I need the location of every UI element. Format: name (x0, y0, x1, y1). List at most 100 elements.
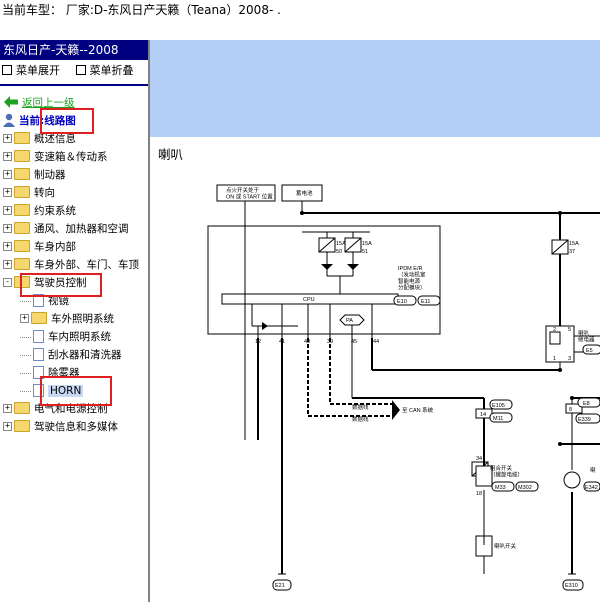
document-icon (33, 347, 44, 361)
tree-item-label: 概述信息 (34, 133, 76, 145)
content-pane: 喇叭 点火开关处于 ON 或 START 位置 蓄电池 15A 50 15A 5… (150, 40, 600, 602)
svg-text:18: 18 (476, 491, 482, 497)
tree-item-label: 刮水器和清洗器 (48, 349, 122, 361)
tree-connector (20, 336, 31, 338)
svg-text:50: 50 (336, 249, 342, 255)
horn-label: 喇 (590, 466, 596, 474)
tree-item[interactable]: + 通风、加热器和空调 (0, 220, 148, 238)
folder-icon (14, 420, 30, 432)
svg-text:45: 45 (351, 339, 357, 345)
svg-text:8: 8 (569, 407, 572, 413)
svg-text:15A: 15A (336, 241, 346, 247)
highlight-current (40, 108, 94, 134)
tree-item[interactable]: + 驾驶信息和多媒体 (0, 418, 148, 436)
folder-icon (14, 150, 30, 162)
tree-item-label: 车内照明系统 (48, 331, 111, 343)
folder-icon (14, 132, 30, 144)
svg-text:CPU: CPU (303, 297, 315, 303)
tree-item[interactable]: + 车外照明系统 (0, 310, 148, 328)
document-icon (33, 329, 44, 343)
svg-text:2: 2 (553, 327, 556, 333)
expand-icon (2, 65, 12, 75)
folder-icon (14, 186, 30, 198)
sidebar-divider (0, 84, 148, 86)
horn-switch-label: 喇叭开关 (494, 542, 517, 550)
svg-text:E105: E105 (492, 403, 505, 409)
svg-text:5: 5 (568, 327, 571, 333)
svg-text:E5: E5 (586, 348, 593, 354)
expand-toggle-icon[interactable]: + (3, 169, 12, 179)
expand-toggle-icon[interactable]: + (20, 313, 29, 323)
tree-connector (20, 372, 31, 374)
wiring-diagram: 点火开关处于 ON 或 START 位置 蓄电池 15A 50 15A 51 1 5… (207, 184, 600, 591)
expand-toggle-icon[interactable]: + (3, 241, 12, 251)
expand-toggle-icon[interactable]: + (3, 223, 12, 233)
window-titlebar: 当前车型： 厂家:D-东风日产天籁（Teana）2008- . (0, 0, 600, 20)
svg-text:M302: M302 (518, 485, 532, 491)
battery-label: 蓄电池 (296, 189, 313, 197)
tree-item[interactable]: + 车身内部 (0, 238, 148, 256)
tree-item-label: 变速箱＆传动系 (34, 151, 108, 163)
tree-item[interactable]: + 约束系统 (0, 202, 148, 220)
collapse-icon (75, 65, 86, 75)
svg-text:1: 1 (553, 356, 556, 362)
window-title: 当前车型： 厂家:D-东风日产天籁（Teana）2008- . (2, 3, 281, 17)
expand-toggle-icon[interactable]: + (3, 421, 12, 431)
tree-item[interactable]: + 变速箱＆传动系 (0, 148, 148, 166)
sidebar: 东风日产-天籁--2008 菜单展开 菜单折叠 返回上一级 当前:线路图 + 概述… (0, 40, 150, 602)
tree-item-label: 制动器 (34, 169, 66, 181)
folder-icon (14, 222, 30, 234)
svg-text:37: 37 (569, 249, 575, 255)
svg-text:3: 3 (568, 356, 571, 362)
svg-text:51: 51 (362, 249, 368, 255)
svg-text:E8: E8 (583, 401, 590, 407)
svg-text:E10: E10 (397, 299, 407, 305)
folder-icon (14, 168, 30, 180)
highlight-horn (40, 376, 112, 406)
svg-text:M33: M33 (495, 485, 506, 491)
tree-item[interactable]: + 转向 (0, 184, 148, 202)
sidebar-toolbar: 菜单展开 菜单折叠 (0, 60, 148, 82)
tree-item-label: 车身内部 (34, 241, 76, 253)
expand-toggle-icon[interactable]: + (3, 403, 12, 413)
sidebar-title: 东风日产-天籁--2008 (0, 40, 148, 60)
svg-text:M11: M11 (493, 416, 503, 422)
tree-connector (20, 390, 31, 392)
folder-icon (31, 312, 47, 324)
expand-toggle-icon[interactable]: + (3, 151, 12, 161)
tree-item[interactable]: 车内照明系统 (0, 328, 148, 346)
combo-switch-label: 组合开关（螺旋电缆） (490, 464, 523, 479)
back-arrow-icon (4, 96, 18, 108)
tree-item[interactable]: + 车身外部、车门、车顶 (0, 256, 148, 274)
svg-text:14: 14 (480, 412, 486, 418)
tree-item-label: 车外照明系统 (51, 313, 114, 325)
folder-icon (14, 402, 30, 414)
collapse-menu-button[interactable]: 菜单折叠 (75, 60, 134, 82)
expand-toggle-icon[interactable]: + (3, 205, 12, 215)
svg-text:40: 40 (304, 339, 310, 345)
can-label: 至 CAN 系统 (402, 406, 434, 414)
ipdm-label: IPDM E/R （发动机室智能电源分配模块） (398, 266, 426, 292)
folder-icon (14, 204, 30, 216)
tree-connector (20, 300, 31, 302)
tree-item-label: 车身外部、车门、车顶 (34, 259, 139, 271)
expand-toggle-icon[interactable]: + (3, 187, 12, 197)
svg-text:15A: 15A (569, 241, 579, 247)
svg-text:E11: E11 (421, 299, 430, 305)
collapse-toggle-icon[interactable]: - (3, 277, 12, 287)
svg-text:41: 41 (279, 339, 285, 345)
tree-item[interactable]: + 制动器 (0, 166, 148, 184)
svg-text:E21: E21 (275, 583, 285, 589)
svg-text:E342: E342 (585, 485, 598, 491)
highlight-driver-control (20, 273, 102, 297)
expand-toggle-icon[interactable]: + (3, 259, 12, 269)
folder-icon (14, 258, 30, 270)
svg-text:44: 44 (373, 339, 379, 345)
expand-toggle-icon[interactable]: + (3, 133, 12, 143)
tree-item-label: 通风、加热器和空调 (34, 223, 129, 235)
user-icon (3, 113, 15, 127)
ign-label-1: 点火开关处于 ON 或 START 位置 (226, 186, 273, 201)
tree-item[interactable]: 刮水器和清洗器 (0, 346, 148, 364)
expand-menu-button[interactable]: 菜单展开 (2, 60, 60, 82)
tree-item-label: 驾驶信息和多媒体 (34, 421, 118, 433)
